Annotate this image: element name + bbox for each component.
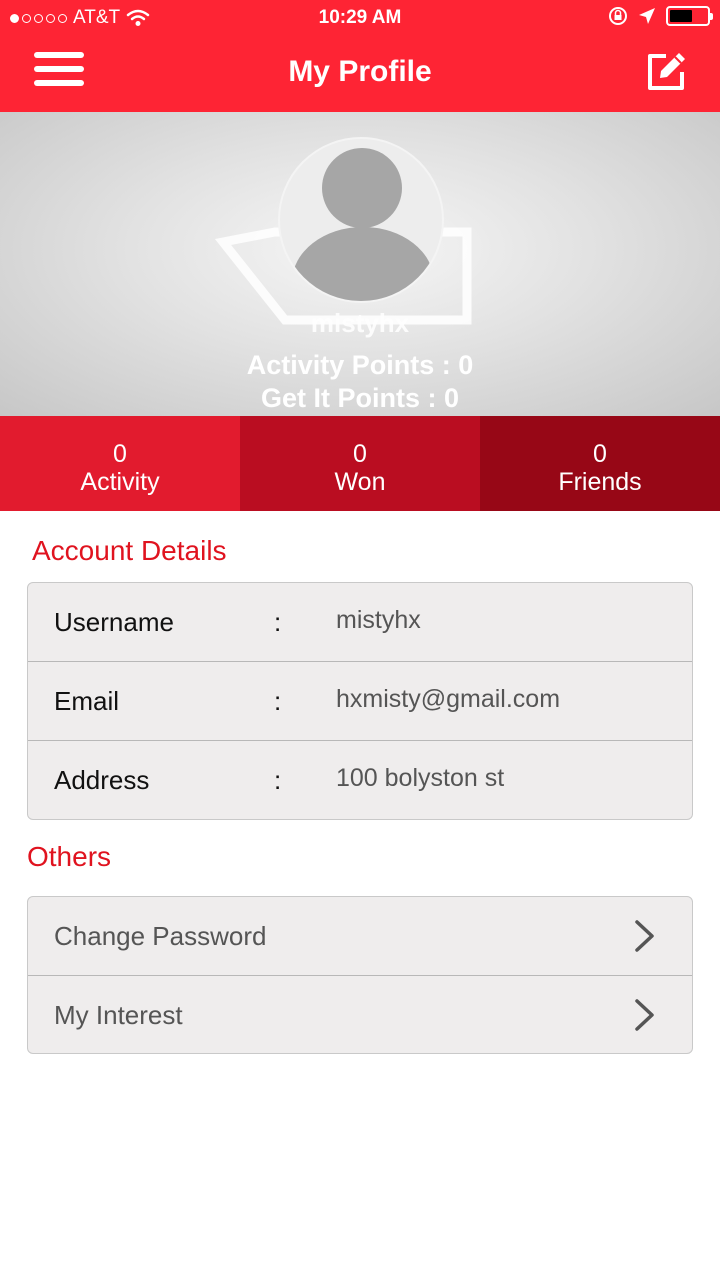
- edit-profile-icon[interactable]: [646, 50, 688, 92]
- stat-label: Friends: [558, 468, 642, 496]
- email-value: hxmisty@gmail.com: [336, 685, 561, 713]
- my-interest-item[interactable]: My Interest: [28, 976, 692, 1053]
- profile-username: mistyhx: [310, 308, 410, 338]
- stat-won[interactable]: 0 Won: [240, 416, 480, 511]
- row-label: Address: [54, 765, 150, 795]
- username-row: Username : mistyhx: [28, 583, 692, 662]
- row-separator: :: [274, 765, 282, 795]
- stat-activity[interactable]: 0 Activity: [0, 416, 240, 511]
- profile-stats: 0 Activity 0 Won 0 Friends: [0, 416, 720, 511]
- change-password-item[interactable]: Change Password: [28, 897, 692, 976]
- rotation-lock-icon: [609, 7, 627, 25]
- account-details-heading: Account Details: [32, 535, 227, 566]
- status-bar: AT&T 10:29 AM: [0, 0, 720, 36]
- address-value: 100 bolyston st: [336, 764, 505, 792]
- avatar[interactable]: [278, 137, 444, 303]
- activity-points: Activity Points : 0: [246, 350, 474, 380]
- stat-label: Activity: [80, 468, 160, 496]
- battery-icon: [666, 6, 713, 26]
- stat-label: Won: [334, 468, 386, 496]
- get-it-points: Get It Points : 0: [260, 383, 460, 413]
- stat-value: 0: [593, 440, 607, 468]
- chevron-right-icon: [635, 999, 654, 1031]
- row-label: Username: [54, 607, 174, 637]
- username-value: mistyhx: [336, 606, 421, 634]
- list-item-label: Change Password: [54, 921, 267, 951]
- email-row: Email : hxmisty@gmail.com: [28, 662, 692, 741]
- list-item-label: My Interest: [54, 1000, 183, 1030]
- stat-value: 0: [113, 440, 127, 468]
- stat-friends[interactable]: 0 Friends: [480, 416, 720, 511]
- others-heading: Others: [27, 841, 112, 872]
- row-separator: :: [274, 686, 282, 716]
- app-header: AT&T 10:29 AM My Profile: [0, 0, 720, 112]
- page-title: My Profile: [288, 55, 432, 88]
- location-arrow-icon: [639, 8, 655, 24]
- address-row: Address : 100 bolyston st: [28, 741, 692, 819]
- status-icons: [608, 6, 713, 26]
- row-label: Email: [54, 686, 120, 716]
- account-details-card: Username : mistyhx Email : hxmisty@gmail…: [27, 582, 693, 820]
- stat-value: 0: [353, 440, 367, 468]
- others-card: Change Password My Interest: [27, 896, 693, 1054]
- chevron-right-icon: [635, 920, 654, 952]
- profile-banner: mistyhx Activity Points : 0 Get It Point…: [0, 112, 720, 416]
- row-separator: :: [274, 607, 282, 637]
